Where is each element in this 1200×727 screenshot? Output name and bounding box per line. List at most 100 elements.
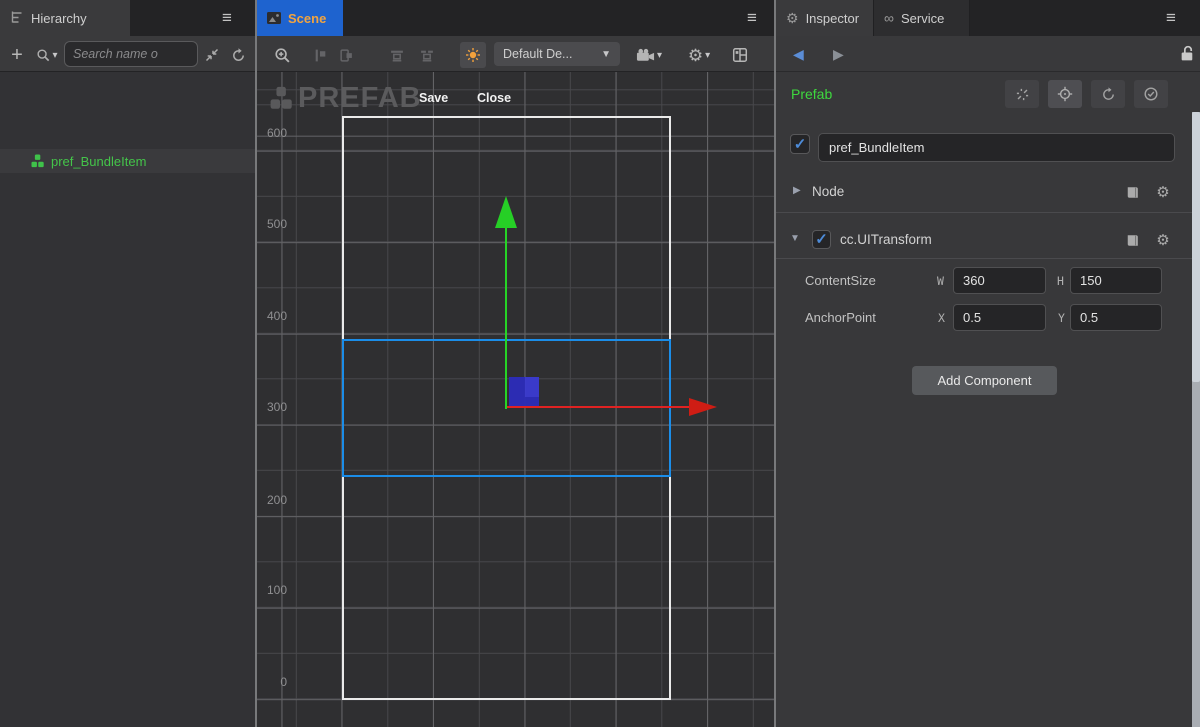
ruler-label-200: 200	[261, 493, 287, 507]
gizmo-y-axis-arrowhead[interactable]	[495, 196, 517, 228]
ruler-label-500: 500	[261, 217, 287, 231]
scene-toolbar: Default De... ▼ ▾ ⚙ ▾	[257, 36, 774, 72]
uitransform-settings-button[interactable]: ⚙	[1154, 231, 1172, 249]
contentsize-w-input[interactable]	[953, 267, 1046, 294]
add-component-button[interactable]: Add Component	[912, 366, 1057, 395]
search-input[interactable]	[64, 41, 198, 67]
chevron-down-icon: ▾	[657, 50, 662, 61]
refresh-button[interactable]	[226, 42, 250, 68]
node-active-checkbox[interactable]: ✓	[790, 134, 810, 154]
scene-settings-button[interactable]: ⚙ ▾	[681, 42, 717, 68]
ruler-label-100: 100	[261, 583, 287, 597]
zoom-tool-button[interactable]	[269, 42, 295, 68]
layout-split-button[interactable]	[727, 42, 753, 68]
gear-icon: ⚙	[1156, 185, 1169, 200]
plus-icon: +	[11, 45, 23, 65]
prefab-watermark: PREFAB	[268, 82, 422, 115]
check-icon: ✓	[815, 232, 828, 247]
scene-panel: Scene ≡	[257, 0, 774, 727]
refresh-icon	[231, 48, 246, 63]
contentsize-w-label: W	[937, 274, 944, 288]
gizmo-y-axis[interactable]	[505, 228, 507, 409]
scene-viewport[interactable]: PREFAB Save Close 600 500 400 300 200 10…	[257, 72, 774, 727]
gizmo-mode-dropdown[interactable]: Default De... ▼	[494, 42, 620, 66]
hierarchy-node-pref-bundleitem[interactable]: pref_BundleItem	[0, 149, 255, 173]
uitransform-section-label: cc.UITransform	[840, 232, 932, 247]
align-center-icon	[339, 48, 354, 63]
locate-target-icon	[1057, 86, 1073, 102]
tab-scene[interactable]: Scene	[257, 0, 343, 36]
anchorpoint-y-label: Y	[1058, 311, 1065, 325]
gizmo-anchor-square[interactable]	[509, 377, 539, 407]
node-name-input[interactable]	[818, 133, 1175, 162]
hierarchy-panel: Hierarchy ≡ + ▾	[0, 0, 255, 727]
node-settings-button[interactable]: ⚙	[1154, 183, 1172, 201]
scene-menu-icon[interactable]: ≡	[747, 8, 757, 28]
search-filter-button[interactable]: ▾	[32, 42, 62, 68]
hierarchy-icon	[10, 10, 24, 27]
prefab-watermark-label: PREFAB	[298, 82, 422, 115]
distribute-top-icon	[389, 48, 405, 63]
ruler-label-300: 300	[261, 400, 287, 414]
prefab-cube-icon	[30, 154, 45, 169]
unlock-icon	[1180, 45, 1195, 62]
inspector-body: Prefab ✓	[776, 72, 1200, 727]
expand-right-icon[interactable]: ▶	[793, 185, 801, 196]
book-icon	[1126, 186, 1140, 199]
node-label: pref_BundleItem	[51, 154, 146, 169]
tab-inspector[interactable]: ⚙ Inspector	[776, 0, 873, 36]
tab-service-label: Service	[901, 11, 944, 26]
unlink-prefab-button[interactable]	[1005, 80, 1039, 108]
uitransform-section-header[interactable]: ▼ ✓ cc.UITransform ⚙	[776, 224, 1200, 256]
ruler-label-0: 0	[261, 675, 287, 689]
inspector-tabbar: ⚙ Inspector ∞ Service ≡	[776, 0, 1200, 36]
node-section-header[interactable]: ▶ Node ⚙	[776, 176, 1200, 208]
chevron-down-icon: ▼	[601, 49, 611, 60]
uitransform-docs-button[interactable]	[1124, 231, 1142, 249]
camera-icon	[636, 48, 655, 62]
distribute-top-button[interactable]	[384, 42, 410, 68]
scrollbar-thumb[interactable]	[1192, 112, 1200, 382]
lamp-icon	[465, 47, 481, 63]
uitransform-enabled-checkbox[interactable]: ✓	[812, 230, 831, 249]
collapse-all-button[interactable]	[200, 42, 224, 68]
align-left-button[interactable]	[307, 42, 333, 68]
anchorpoint-x-input[interactable]	[953, 304, 1046, 331]
expand-down-icon[interactable]: ▼	[790, 233, 800, 244]
layout-icon	[732, 47, 748, 63]
gizmo-x-axis[interactable]	[507, 406, 689, 408]
chevron-down-icon: ▾	[52, 50, 57, 61]
tab-service[interactable]: ∞ Service	[873, 0, 970, 36]
scene-image-icon	[267, 12, 281, 24]
history-forward-button[interactable]: ▶	[833, 46, 844, 63]
prefab-close-button[interactable]: Close	[477, 91, 511, 105]
panel-divider-left[interactable]	[255, 0, 257, 727]
align-center-button[interactable]	[333, 42, 359, 68]
inspector-menu-icon[interactable]: ≡	[1166, 8, 1176, 28]
node-docs-button[interactable]	[1124, 183, 1142, 201]
lock-button[interactable]	[1180, 45, 1195, 65]
apply-prefab-button[interactable]	[1134, 80, 1168, 108]
tab-hierarchy[interactable]: Hierarchy	[0, 0, 130, 36]
prefab-state-label: Prefab	[791, 86, 832, 102]
history-back-button[interactable]: ◀	[793, 46, 804, 63]
add-node-button[interactable]: +	[4, 42, 30, 68]
contentsize-h-input[interactable]	[1070, 267, 1162, 294]
gizmo-x-axis-arrowhead[interactable]	[689, 398, 717, 416]
camera-view-button[interactable]: ▾	[631, 42, 667, 68]
inspector-scrollbar[interactable]	[1192, 112, 1200, 727]
panel-divider-right[interactable]	[774, 0, 776, 727]
reset-refresh-icon	[1101, 87, 1116, 102]
contentsize-h-label: H	[1057, 274, 1064, 288]
unlink-icon	[1015, 87, 1030, 102]
prefab-save-button[interactable]: Save	[419, 91, 448, 105]
zoom-icon	[274, 47, 291, 64]
anchorpoint-y-input[interactable]	[1070, 304, 1162, 331]
lighting-toggle-button[interactable]	[460, 42, 486, 68]
node-section-label: Node	[812, 184, 844, 199]
restore-prefab-button[interactable]	[1091, 80, 1125, 108]
distribute-bottom-button[interactable]	[414, 42, 440, 68]
anchorpoint-x-label: X	[938, 311, 945, 325]
locate-prefab-asset-button[interactable]	[1048, 80, 1082, 108]
hierarchy-menu-icon[interactable]: ≡	[222, 8, 232, 28]
